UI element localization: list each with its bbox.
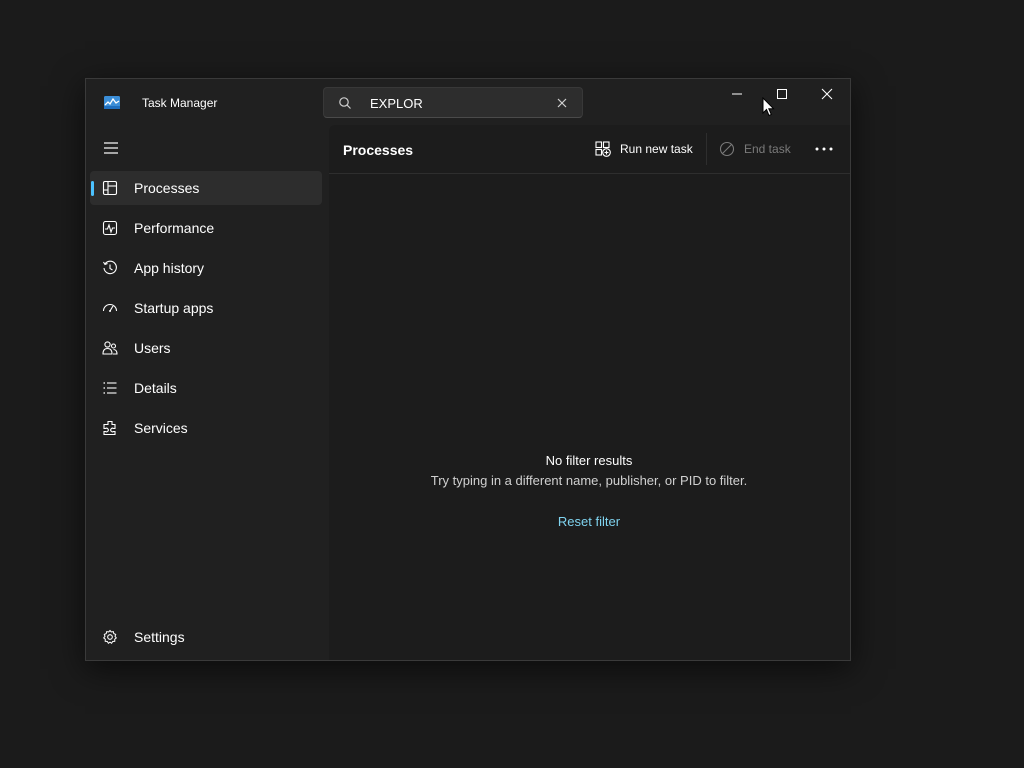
selection-indicator <box>91 181 94 196</box>
sidebar-item-label: App history <box>134 260 205 276</box>
search-input[interactable] <box>370 93 540 113</box>
run-new-task-icon <box>595 141 611 157</box>
sidebar-item-label: Services <box>134 420 188 436</box>
mouse-cursor-icon <box>762 97 775 117</box>
close-icon <box>821 88 832 100</box>
maximize-icon <box>776 89 787 99</box>
sidebar-item-startup-apps[interactable]: Startup apps <box>90 291 322 325</box>
sidebar-item-label: Details <box>134 380 177 396</box>
end-task-label: End task <box>744 142 791 156</box>
users-icon <box>102 341 118 355</box>
services-icon <box>103 420 116 436</box>
title-bar[interactable]: Task Manager <box>86 79 850 125</box>
toolbar: Processes Run new task End task <box>329 125 850 174</box>
sidebar-item-app-history[interactable]: App history <box>90 251 322 285</box>
sidebar-item-label: Users <box>134 340 171 356</box>
content-pane: Processes Run new task End task No filte… <box>329 125 850 660</box>
minimize-button[interactable] <box>714 79 759 109</box>
sidebar-item-details[interactable]: Details <box>90 371 322 405</box>
page-title: Processes <box>343 142 414 158</box>
end-task-button[interactable]: End task <box>719 135 791 163</box>
more-options-icon <box>815 147 833 151</box>
settings-gear-icon <box>102 629 118 645</box>
more-options-button[interactable] <box>809 139 839 159</box>
sidebar-item-settings[interactable]: Settings <box>90 620 322 654</box>
desktop-background: Task Manager EXPLOR Processes Performanc… <box>0 0 1024 768</box>
window-title: Task Manager <box>142 96 218 110</box>
sidebar-item-users[interactable]: Users <box>90 331 322 365</box>
settings-label: Settings <box>134 629 185 645</box>
minimize-icon <box>731 93 742 95</box>
details-icon <box>103 382 117 394</box>
reset-filter-link[interactable]: Reset filter <box>539 514 639 529</box>
sidebar-item-performance[interactable]: Performance <box>90 211 322 245</box>
task-manager-window: Task Manager EXPLOR Processes Performanc… <box>85 78 851 661</box>
history-icon <box>103 260 117 275</box>
hamburger-icon <box>104 142 118 154</box>
sidebar-item-processes[interactable]: Processes <box>90 171 322 205</box>
end-task-icon <box>719 141 735 157</box>
empty-state-title: No filter results <box>545 453 633 468</box>
sidebar-item-services[interactable]: Services <box>90 411 322 445</box>
empty-state-subtitle: Try typing in a different name, publishe… <box>430 473 748 488</box>
startup-icon <box>102 303 118 312</box>
clear-search-icon[interactable] <box>554 95 570 111</box>
run-new-task-label: Run new task <box>620 142 693 156</box>
sidebar-item-label: Performance <box>134 220 215 236</box>
sidebar-nav: Processes Performance App history Startu… <box>90 171 322 451</box>
sidebar-item-label: Startup apps <box>134 300 214 316</box>
sidebar-item-label: Processes <box>134 180 200 196</box>
hamburger-menu-button[interactable] <box>100 137 122 159</box>
toolbar-divider <box>706 133 707 165</box>
processes-icon <box>102 180 118 196</box>
search-icon <box>339 97 351 109</box>
run-new-task-button[interactable]: Run new task <box>595 135 693 163</box>
search-box[interactable] <box>323 87 583 118</box>
task-manager-app-icon <box>104 96 120 109</box>
performance-icon <box>102 220 118 236</box>
close-button[interactable] <box>804 79 849 109</box>
